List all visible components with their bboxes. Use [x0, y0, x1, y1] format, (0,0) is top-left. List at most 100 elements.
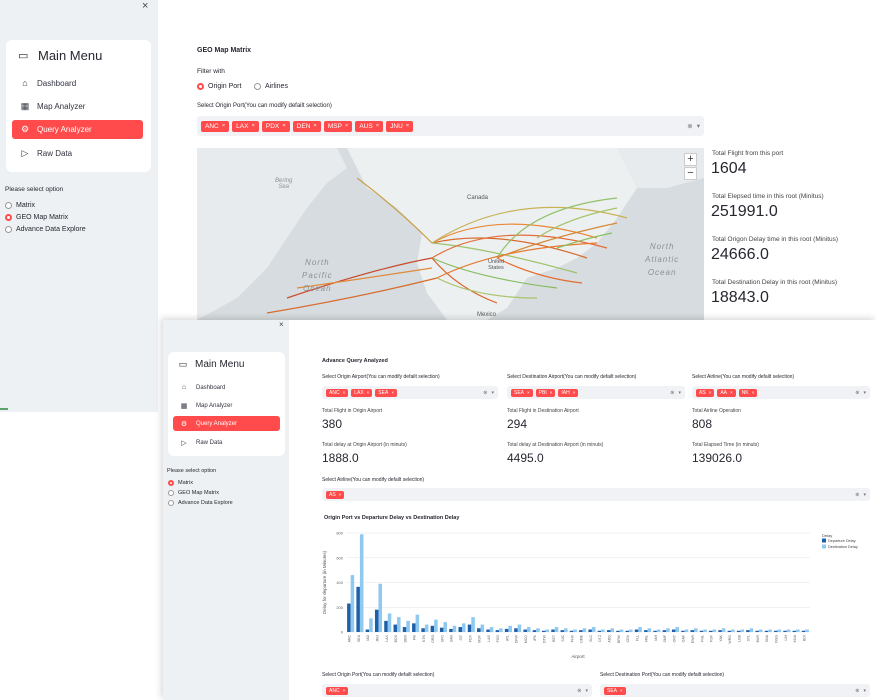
bar	[582, 628, 587, 632]
tag[interactable]: ANC ×	[326, 388, 349, 397]
destination-airport-multiselect[interactable]: SEA × PBI × IAH × ⊗ ▾	[507, 386, 685, 399]
gear-icon: ⚙	[20, 124, 30, 134]
airline-multiselect[interactable]: AS × AA × NK × ⊗ ▾	[692, 386, 870, 399]
close-icon[interactable]: ×	[142, 0, 148, 12]
play-icon: ▷	[21, 147, 29, 158]
origin-airport-multiselect[interactable]: ANC × LAX × SEA × ⊗ ▾	[322, 386, 498, 399]
tag[interactable]: AS ×	[696, 388, 715, 397]
chevron-down-icon[interactable]: ▾	[697, 122, 700, 130]
remove-icon[interactable]: ×	[620, 688, 623, 693]
clear-icon[interactable]: ⊗	[855, 492, 859, 498]
remove-icon[interactable]: ×	[550, 390, 553, 395]
remove-icon[interactable]: ×	[339, 492, 342, 497]
remove-icon[interactable]: ×	[345, 123, 348, 129]
main-menu-a: ▭ Main Menu ⌂ Dashboard ▦ Map Analyzer ⚙…	[6, 40, 151, 172]
sidebar-item-raw-data[interactable]: ▷ Raw Data	[12, 144, 143, 162]
sidebar-item-query-analyzer[interactable]: ⚙ Query Analyzer	[12, 120, 143, 139]
monitor-icon: ▭	[178, 359, 188, 369]
filter-airlines[interactable]: Airlines	[254, 83, 288, 90]
chevron-down-icon[interactable]: ▾	[863, 390, 866, 396]
remove-icon[interactable]: ×	[527, 390, 530, 395]
chevron-down-icon[interactable]: ▾	[678, 390, 681, 396]
tag-text: MSP	[327, 122, 342, 130]
option-advance-data-explore[interactable]: Advance Data Explore	[168, 500, 233, 506]
bottom-dest-multiselect[interactable]: SEA × ⊗ ▾	[600, 684, 870, 697]
chevron-down-icon[interactable]: ▾	[491, 390, 494, 396]
remove-icon[interactable]: ×	[313, 123, 316, 129]
tag[interactable]: DEN ×	[292, 120, 321, 132]
x-tick-label: OAK	[682, 634, 686, 642]
tag[interactable]: ANC ×	[326, 686, 349, 695]
tag[interactable]: SEA ×	[375, 388, 397, 397]
sidebar-item-raw-data[interactable]: ▷ Raw Data	[173, 435, 280, 450]
remove-icon[interactable]: ×	[573, 390, 576, 395]
zoom-in-button[interactable]: +	[684, 153, 697, 166]
option-matrix[interactable]: Matrix	[5, 202, 35, 209]
tag[interactable]: PBI ×	[535, 388, 556, 397]
remove-icon[interactable]: ×	[343, 688, 346, 693]
tag[interactable]: LAX ×	[232, 120, 259, 132]
tag[interactable]: MSP ×	[323, 120, 353, 132]
clear-icon[interactable]: ⊗	[855, 688, 859, 694]
filter-origin-port[interactable]: Origin Port	[197, 83, 241, 90]
sidebar-item-query-analyzer[interactable]: ⚙ Query Analyzer	[173, 416, 280, 431]
remove-icon[interactable]: ×	[251, 123, 254, 129]
remove-icon[interactable]: ×	[406, 123, 409, 129]
metric-value: 18843.0	[711, 289, 769, 306]
chevron-down-icon[interactable]: ▾	[863, 492, 866, 498]
bar	[792, 630, 797, 632]
remove-icon[interactable]: ×	[709, 390, 712, 395]
option-advance-data-explore[interactable]: Advance Data Explore	[5, 226, 86, 233]
remove-icon[interactable]: ×	[752, 390, 755, 395]
chevron-down-icon[interactable]: ▾	[863, 688, 866, 694]
remove-icon[interactable]: ×	[376, 123, 379, 129]
option-geo-map-matrix[interactable]: GEO Map Matrix	[168, 490, 219, 496]
tag[interactable]: AS ×	[326, 490, 345, 499]
close-icon[interactable]: ×	[279, 320, 284, 329]
zoom-out-button[interactable]: −	[684, 167, 697, 180]
remove-icon[interactable]: ×	[222, 123, 225, 129]
clear-icon[interactable]: ⊗	[577, 688, 581, 694]
x-tick-label: MSP	[478, 634, 482, 642]
tag[interactable]: JNU ×	[386, 120, 414, 132]
chevron-down-icon[interactable]: ▾	[585, 688, 588, 694]
option-matrix[interactable]: Matrix	[168, 480, 193, 486]
clear-icon[interactable]: ⊗	[687, 122, 692, 130]
remove-icon[interactable]: ×	[343, 390, 346, 395]
option-geo-map-matrix[interactable]: GEO Map Matrix	[5, 214, 68, 221]
x-tick-label: OME	[580, 634, 584, 643]
tag[interactable]: AUS ×	[355, 120, 384, 132]
bar	[606, 630, 611, 632]
tag[interactable]: SEA ×	[511, 388, 533, 397]
bar	[356, 586, 360, 632]
sidebar-item-dashboard[interactable]: ⌂ Dashboard	[12, 74, 143, 92]
sidebar-item-map-analyzer[interactable]: ▦ Map Analyzer	[12, 97, 143, 115]
clear-icon[interactable]: ⊗	[670, 390, 674, 396]
remove-icon[interactable]: ×	[730, 390, 733, 395]
bottom-origin-multiselect[interactable]: ANC × ⊗ ▾	[322, 684, 592, 697]
origin-port-multiselect[interactable]: ANC × LAX × PDX × DEN × MSP × AUS × JNU × ⊗ ▾	[197, 116, 704, 136]
clear-icon[interactable]: ⊗	[855, 390, 859, 396]
metric-value: 24666.0	[711, 246, 769, 263]
sidebar-item-map-analyzer[interactable]: ▦ Map Analyzer	[173, 398, 280, 413]
remove-icon[interactable]: ×	[391, 390, 394, 395]
main-menu-b: ▭ Main Menu ⌂ Dashboard ▦ Map Analyzer ⚙…	[168, 352, 285, 456]
clear-icon[interactable]: ⊗	[483, 390, 487, 396]
map-icon: ▦	[180, 402, 188, 410]
sidebar-item-dashboard[interactable]: ⌂ Dashboard	[173, 380, 280, 395]
tag[interactable]: AA ×	[717, 388, 736, 397]
tag[interactable]: PDX ×	[261, 120, 290, 132]
tag[interactable]: IAH ×	[558, 388, 579, 397]
tag[interactable]: LAX ×	[351, 388, 373, 397]
remove-icon[interactable]: ×	[367, 390, 370, 395]
bar	[347, 603, 351, 632]
tag[interactable]: NK ×	[738, 388, 758, 397]
delay-bar-chart[interactable]: 0 200 400 600 800 Delay for departure (in Min…	[318, 525, 876, 660]
tag[interactable]: ANC ×	[201, 120, 230, 132]
radio-selected-icon	[197, 83, 204, 90]
airline-multiselect-2[interactable]: AS × ⊗ ▾	[322, 488, 870, 501]
tag[interactable]: SEA ×	[604, 686, 626, 695]
flight-map[interactable]: Bering Sea North Pacific Ocean North Atl…	[197, 148, 704, 320]
x-tick-label: LIH	[784, 635, 788, 641]
remove-icon[interactable]: ×	[282, 123, 285, 129]
